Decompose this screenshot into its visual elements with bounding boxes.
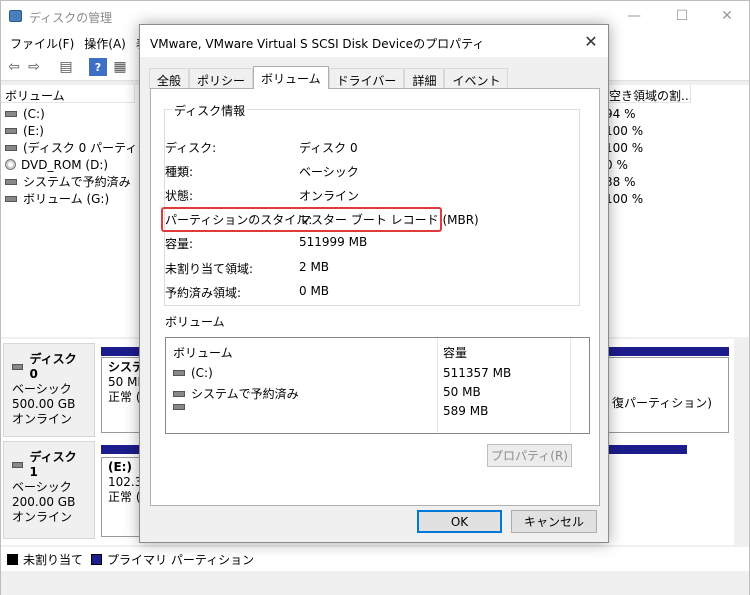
properties-button[interactable]: プロパティ(R) (487, 444, 572, 467)
panel-icon[interactable]: ▦ (111, 58, 129, 76)
list-view-icon[interactable]: ▤ (57, 58, 75, 76)
list-item[interactable]: (C:) (5, 105, 45, 122)
cancel-button[interactable]: キャンセル (511, 510, 597, 533)
volume-icon (173, 390, 185, 397)
legend: 未割り当て プライマリ パーティション (1, 547, 749, 571)
info-key-unallocated: 未割り当て領域: (165, 262, 254, 276)
legend-primary: プライマリ パーティション (107, 552, 255, 567)
volume-icon (5, 178, 17, 185)
info-value-capacity: 511999 MB (299, 235, 368, 249)
unallocated-swatch (7, 553, 18, 565)
info-key-status: 状態: (165, 189, 194, 203)
vol-header-volume[interactable]: ボリューム (173, 344, 233, 361)
info-key-disk: ディスク: (165, 141, 217, 155)
free-pct: 38 % (605, 174, 636, 189)
window-title: ディスクの管理 (29, 11, 113, 25)
vertical-scrollbar[interactable] (734, 339, 749, 545)
volumes-list: ボリューム 容量 (C:) 511357 MB システムで予約済み 50 MB … (165, 337, 590, 434)
help-icon[interactable]: ? (89, 58, 107, 76)
volumes-tab-panel: ディスク情報 ディスク: ディスク 0 種類: ベーシック 状態: オンライン … (150, 88, 600, 506)
list-item[interactable] (173, 404, 191, 410)
info-value-reserved: 0 MB (299, 284, 330, 298)
minimize-button[interactable]: — (611, 1, 657, 31)
tab-strip: 全般 ポリシー ボリューム ドライバー 詳細 イベント (149, 66, 509, 89)
ok-button[interactable]: OK (417, 510, 502, 533)
disk-0-label[interactable]: ディスク 0 ベーシック 500.00 GB オンライン (3, 343, 95, 437)
volume-icon (173, 370, 185, 376)
legend-unallocated: 未割り当て (23, 552, 84, 567)
info-key-capacity: 容量: (165, 237, 194, 251)
volume-capacity: 511357 MB (443, 366, 512, 380)
status-bar (1, 571, 749, 595)
list-item[interactable]: (C:) (173, 366, 213, 380)
list-item[interactable]: システムで予約済み (5, 173, 131, 190)
free-pct: 100 % (605, 140, 644, 155)
partition-e[interactable]: (E:) 102.34 正常 (フ (101, 457, 141, 537)
menu-file[interactable]: ファイル(F) (5, 31, 79, 53)
list-item[interactable]: (E:) (5, 122, 44, 139)
tab-policy[interactable]: ポリシー (189, 68, 254, 89)
vol-header-capacity[interactable]: 容量 (443, 344, 467, 361)
dialog-close-icon[interactable]: ✕ (580, 31, 602, 51)
column-header-volume[interactable]: ボリューム (1, 85, 135, 103)
partition-recovery[interactable]: 復パーティション) (605, 357, 729, 433)
list-item[interactable]: (ディスク 0 パーティシ (5, 139, 149, 156)
free-pct: 100 % (605, 191, 644, 206)
volume-capacity: 589 MB (443, 404, 489, 418)
tab-volumes[interactable]: ボリューム (253, 66, 329, 89)
disk-management-icon (9, 10, 22, 22)
forward-arrow-icon[interactable]: ⇨ (25, 58, 43, 76)
disk-properties-dialog: VMware, VMware Virtual S SCSI Disk Devic… (139, 24, 609, 543)
free-pct: 94 % (605, 106, 636, 121)
info-key-reserved: 予約済み領域: (165, 286, 242, 300)
tab-details[interactable]: 詳細 (404, 68, 445, 89)
volume-icon (5, 127, 17, 134)
primary-swatch (91, 553, 103, 565)
disk-info-label: ディスク情報 (172, 102, 248, 119)
info-value-status: オンライン (299, 189, 360, 203)
volume-icon (173, 404, 185, 410)
disk-1-label[interactable]: ディスク 1 ベーシック 200.00 GB オンライン (3, 441, 95, 539)
info-value-partition-style: マスター ブート レコード (MBR) (299, 213, 479, 227)
menu-action[interactable]: 操作(A) (79, 31, 131, 53)
volume-icon (5, 195, 17, 202)
dialog-title: VMware, VMware Virtual S SCSI Disk Devic… (140, 25, 608, 57)
disk-icon (12, 462, 24, 468)
list-item[interactable]: ボリューム (G:) (5, 190, 109, 207)
volume-icon (5, 144, 17, 151)
info-value-unallocated: 2 MB (299, 260, 330, 274)
list-item[interactable]: DVD_ROM (D:) (5, 156, 108, 173)
volume-capacity: 50 MB (443, 385, 481, 399)
volumes-label: ボリューム (165, 315, 225, 329)
volume-icon (5, 110, 17, 117)
tab-driver[interactable]: ドライバー (328, 68, 405, 89)
column-header-free-pct[interactable]: 空き領域の割... (605, 85, 691, 103)
tab-events[interactable]: イベント (444, 68, 509, 89)
info-key-partition-style: パーティションのスタイル: (165, 213, 313, 227)
maximize-button[interactable]: ☐ (659, 1, 705, 31)
back-arrow-icon[interactable]: ⇦ (5, 58, 23, 76)
info-key-type: 種類: (165, 165, 194, 179)
tab-general[interactable]: 全般 (149, 68, 190, 89)
column-divider (570, 338, 571, 433)
disk-icon (12, 364, 24, 370)
info-value-type: ベーシック (299, 165, 359, 179)
free-pct: 100 % (605, 123, 644, 138)
close-button[interactable]: ✕ (704, 1, 750, 31)
list-item[interactable]: システムで予約済み (173, 385, 299, 402)
dvd-icon (5, 159, 16, 170)
partition-system[interactable]: システム 50 MB 正常 (シ (101, 357, 141, 433)
info-value-disk: ディスク 0 (299, 141, 358, 155)
column-divider (437, 338, 438, 433)
